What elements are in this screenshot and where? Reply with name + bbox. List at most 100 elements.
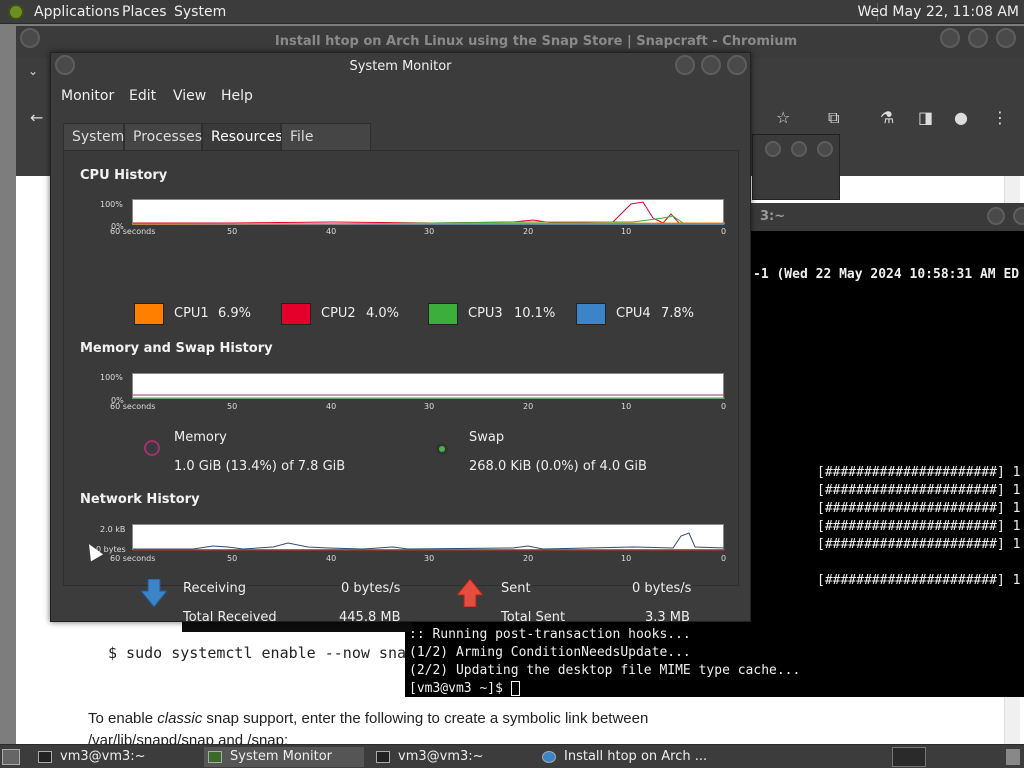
terminal-progress-3: [######################] 1 [817,501,1021,516]
sent-arrow-svg [457,579,483,607]
terminal-progress-1: [######################] 1 [817,465,1021,480]
cpu2-color-swatch[interactable] [281,303,311,325]
cpu3-value: 10.1% [514,306,556,321]
labs-flask-icon[interactable]: ⚗ [880,108,894,127]
network-graph-lines [133,532,725,551]
extensions-icon[interactable]: ⧉ [828,108,839,128]
taskbar-item-chromium[interactable]: Install htop on Arch ... [542,747,707,767]
trash-icon[interactable] [1006,749,1020,765]
clock[interactable]: Wed May 22, 11:08 AM [857,4,1019,20]
mem-xtick-40: 40 [326,402,337,411]
maximize-button[interactable] [968,28,988,48]
tab-list-chevron-icon[interactable]: ⌄ [28,64,38,78]
sysmon-title: System Monitor [349,59,452,74]
mem-y-top: 100% [100,373,123,382]
terminal-maximize-button[interactable] [1013,207,1024,225]
tab-file-systems[interactable]: File Systems [281,123,371,171]
system-monitor-applet-icon[interactable] [892,747,926,767]
net-xtick-50: 50 [227,554,238,563]
receiving-value: 0 bytes/s [341,581,401,596]
menu-monitor[interactable]: Monitor [61,88,114,104]
taskbar-item-system-monitor[interactable]: System Monitor [204,747,364,767]
terminal-progress-5: [######################] 1 [817,537,1021,552]
tab-system[interactable]: System [63,123,124,151]
cpu-history-title: CPU History [80,168,168,183]
memory-value: 1.0 GiB (13.4%) of 7.8 GiB [174,459,346,474]
menu-applications[interactable]: Applications [34,4,120,20]
terminal-hook-2: (1/2) Arming ConditionNeedsUpdate... [409,645,691,660]
mem-xtick-30: 30 [424,402,435,411]
bg-window-button-1[interactable] [765,141,781,157]
terminal-minimize-button[interactable] [987,207,1005,225]
memory-pie-icon[interactable] [144,440,160,456]
cpu1-color-swatch[interactable] [134,303,164,325]
swap-pie-icon[interactable] [436,443,448,455]
terminal-prompt: [vm3@vm3 ~]$ [409,681,511,696]
menu-places[interactable]: Places [122,4,167,20]
mem-xtick-60: 60 seconds [110,402,156,411]
net-xtick-0: 0 [721,554,727,563]
mem-xtick-20: 20 [523,402,534,411]
profile-avatar-icon[interactable]: ● [954,108,968,127]
memory-graph-lines [133,394,725,399]
memory-history-title: Memory and Swap History [80,341,273,356]
net-xtick-40: 40 [326,554,337,563]
net-xtick-20: 20 [523,554,534,563]
taskbar-item-terminal-2[interactable]: vm3@vm3:~ [376,747,484,767]
minimize-button[interactable] [940,28,960,48]
net-xtick-60: 60 seconds [110,554,156,563]
menu-view[interactable]: View [173,88,206,104]
para-text-1: To enable [88,710,158,727]
sysmon-close-button[interactable] [727,55,747,75]
bg-window-button-3[interactable] [817,141,833,157]
terminal-progress-2: [######################] 1 [817,483,1021,498]
cpu1-label: CPU1 [174,306,209,321]
cpu-xtick-40: 40 [326,227,337,236]
cpu4-value: 7.8% [661,306,695,321]
show-desktop-icon[interactable] [2,749,20,765]
net-xtick-10: 10 [621,554,632,563]
side-panel-icon[interactable]: ◨ [918,108,933,127]
sent-label: Sent [501,581,531,596]
cpu4-color-swatch[interactable] [576,303,606,325]
taskbar-label-3: vm3@vm3:~ [398,749,484,764]
total-received-value: 445.8 MB [339,610,401,625]
taskbar-label-4: Install htop on Arch ... [564,749,708,764]
tab-processes[interactable]: Processes [124,123,202,151]
cpu3-color-swatch[interactable] [428,303,458,325]
mate-logo-icon[interactable] [8,4,24,20]
net-y-top: 2.0 kB [100,525,126,534]
tab-resources[interactable]: Resources [202,123,283,151]
menu-system[interactable]: System [174,4,226,20]
taskbar-item-terminal-1[interactable]: vm3@vm3:~ [38,747,146,767]
memory-graph [132,373,725,399]
terminal-prompt-line[interactable]: [vm3@vm3 ~]$ [409,681,520,696]
sysmon-titlebar[interactable]: System Monitor [51,53,750,81]
resources-panel: CPU History 100% 0% 60 seconds 50 40 30 … [63,150,739,625]
sysmon-minimize-button[interactable] [675,55,695,75]
taskbar-label-1: vm3@vm3:~ [60,749,146,764]
more-menu-icon[interactable]: ⋮ [992,108,1008,127]
cpu4-label: CPU4 [616,306,651,321]
cpu-xtick-50: 50 [227,227,238,236]
cpu3-label: CPU3 [468,306,503,321]
back-arrow-icon[interactable]: ← [30,108,43,127]
menu-edit[interactable]: Edit [129,88,156,104]
total-sent-value: 3.3 MB [645,610,690,625]
close-button[interactable] [996,28,1016,48]
background-window[interactable] [752,134,840,200]
receiving-label: Receiving [183,581,247,596]
bg-window-button-2[interactable] [791,141,807,157]
terminal-hook-1: :: Running post-transaction hooks... [409,627,691,642]
bookmark-star-icon[interactable]: ☆ [776,108,790,127]
cpu-xtick-0: 0 [721,227,727,236]
cpu2-label: CPU2 [321,306,356,321]
menu-help[interactable]: Help [221,88,253,104]
terminal-header-line: -1 (Wed 22 May 2024 10:58:31 AM ED [753,267,1020,282]
sysmon-menubar: Monitor Edit View Help [51,85,750,109]
cpu-graph [132,199,725,225]
sysmon-maximize-button[interactable] [701,55,721,75]
code-command: $ sudo systemctl enable --now sna [108,644,407,662]
cpu2-value: 4.0% [366,306,400,321]
terminal-title: 3:~ [760,209,786,224]
